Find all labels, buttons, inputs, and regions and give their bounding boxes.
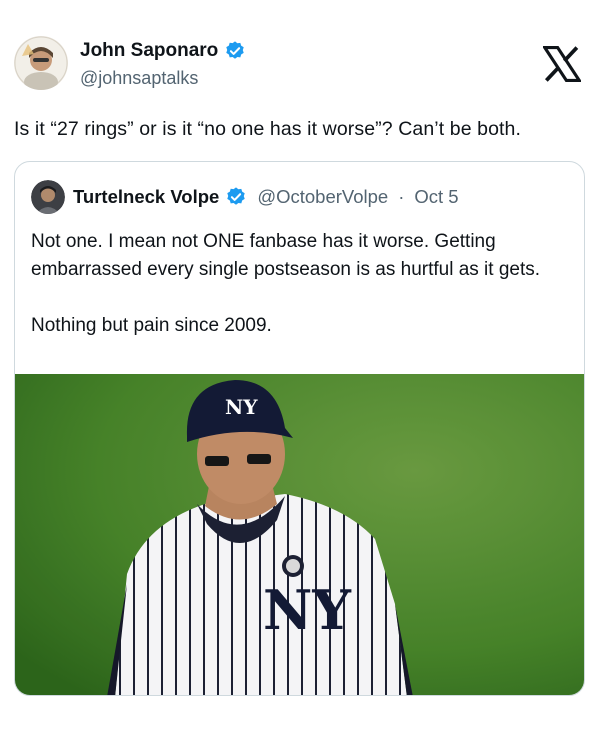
quoted-author-handle[interactable]: @OctoberVolpe	[257, 186, 388, 208]
quoted-paragraph: Nothing but pain since 2009.	[31, 315, 272, 336]
quoted-paragraph: Not one. I mean not ONE fanbase has it w…	[31, 231, 541, 280]
quoted-tweet-card[interactable]: Turtelneck Volpe @OctoberVolpe · Oct 5 N…	[14, 161, 585, 696]
cap-logo: NY	[225, 395, 258, 419]
quoted-tweet-text: Not one. I mean not ONE fanbase has it w…	[31, 228, 571, 368]
quoted-tweet-date[interactable]: Oct 5	[414, 186, 458, 208]
verified-badge-icon	[224, 40, 246, 62]
quoted-tweet-header: Turtelneck Volpe @OctoberVolpe · Oct 5	[31, 180, 459, 214]
quoted-author-avatar[interactable]	[31, 180, 65, 214]
verified-badge-icon	[225, 186, 247, 208]
author-handle[interactable]: @johnsaptalks	[80, 68, 246, 89]
dot-separator: ·	[398, 186, 405, 207]
jersey-logo: NY	[263, 578, 352, 642]
quoted-author-name[interactable]: Turtelneck Volpe	[73, 186, 219, 208]
x-logo-icon[interactable]	[541, 46, 583, 82]
tweet-header: John Saponaro @johnsaptalks	[14, 36, 585, 92]
quoted-tweet-photo[interactable]: NY NY	[15, 374, 584, 695]
author-name[interactable]: John Saponaro	[80, 40, 218, 62]
tweet-text: Is it “27 rings” or is it “no one has it…	[14, 118, 522, 140]
author-avatar[interactable]	[14, 36, 68, 90]
